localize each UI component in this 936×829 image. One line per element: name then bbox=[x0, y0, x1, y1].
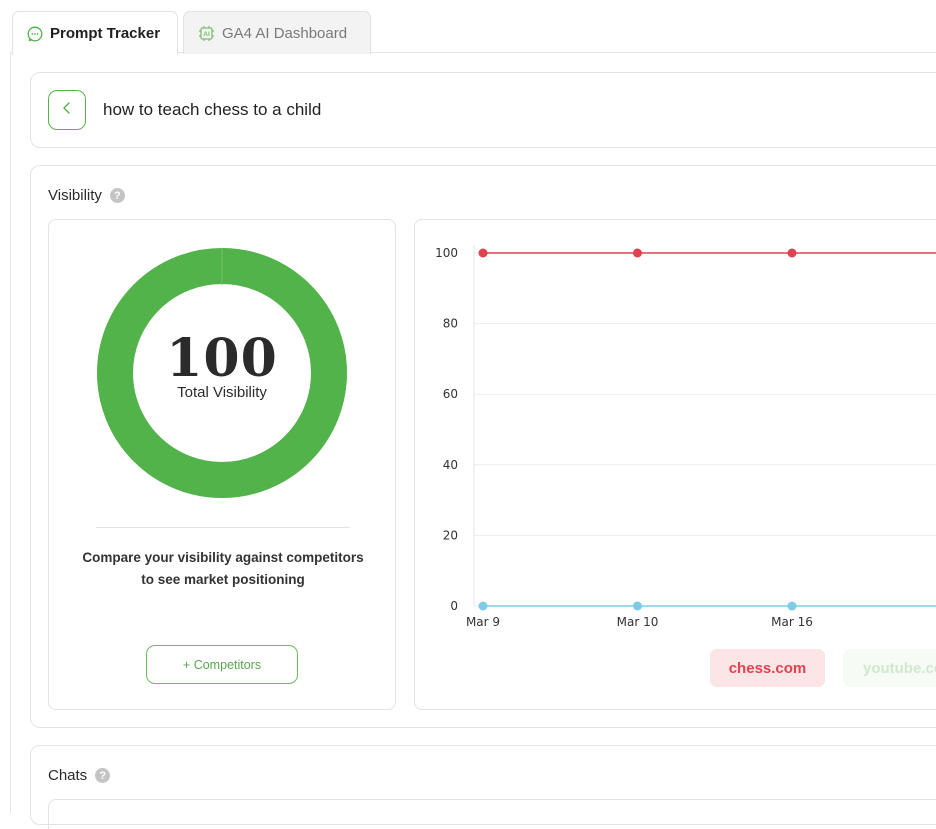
section-title: Visibility ? bbox=[48, 187, 125, 204]
tab-ga4-ai-dashboard[interactable]: AI GA4 AI Dashboard bbox=[183, 11, 371, 54]
visibility-section: Visibility ? 100 Total Visibility Compar… bbox=[30, 165, 936, 728]
help-icon[interactable]: ? bbox=[95, 768, 111, 783]
y-tick-label: 0 bbox=[450, 599, 458, 613]
visibility-chart-card: 020406080100Mar 9Mar 10Mar 16M chess.com… bbox=[414, 219, 936, 710]
ai-chip-icon: AI bbox=[198, 25, 215, 42]
visibility-donut: 100 Total Visibility bbox=[97, 248, 347, 498]
svg-text:AI: AI bbox=[203, 31, 210, 38]
compare-hint: Compare your visibility against competit… bbox=[82, 550, 364, 587]
y-tick-label: 60 bbox=[443, 387, 458, 401]
chats-section: Chats ? bbox=[30, 745, 936, 829]
chevron-left-icon bbox=[61, 101, 73, 120]
data-point bbox=[787, 248, 797, 258]
tab-label: Prompt Tracker bbox=[50, 25, 161, 42]
visibility-score-label: Total Visibility bbox=[177, 384, 267, 401]
section-title: Chats ? bbox=[48, 767, 111, 784]
help-icon[interactable]: ? bbox=[109, 188, 125, 203]
x-tick-label: Mar 10 bbox=[617, 615, 659, 629]
app-frame: Prompt Tracker AI GA4 AI Dashboard how t… bbox=[0, 0, 936, 829]
prompt-title: how to teach chess to a child bbox=[103, 100, 322, 119]
y-tick-label: 80 bbox=[443, 317, 458, 331]
data-point bbox=[478, 601, 488, 611]
data-point bbox=[633, 601, 642, 611]
back-button[interactable] bbox=[48, 90, 86, 130]
data-point bbox=[633, 248, 642, 258]
tab-prompt-tracker[interactable]: Prompt Tracker bbox=[12, 11, 178, 55]
prompt-header: how to teach chess to a child bbox=[30, 72, 936, 148]
chats-list bbox=[48, 799, 936, 829]
divider bbox=[96, 527, 350, 528]
x-tick-label: Mar 16 bbox=[771, 615, 813, 629]
chats-title: Chats bbox=[48, 767, 88, 784]
tab-label: GA4 AI Dashboard bbox=[222, 24, 348, 42]
y-tick-label: 20 bbox=[443, 528, 458, 542]
x-tick-label: Mar 9 bbox=[466, 615, 500, 629]
legend-chip-youtube[interactable]: youtube.co bbox=[843, 649, 936, 687]
chat-bubble-icon bbox=[27, 26, 43, 42]
y-tick-label: 100 bbox=[435, 246, 458, 260]
y-tick-label: 40 bbox=[443, 458, 458, 472]
add-competitors-button[interactable]: + Competitors bbox=[146, 645, 298, 684]
data-point bbox=[787, 601, 797, 611]
visibility-title: Visibility bbox=[48, 187, 102, 204]
visibility-score-card: 100 Total Visibility Compare your visibi… bbox=[48, 219, 396, 710]
data-point bbox=[478, 248, 488, 258]
visibility-score: 100 bbox=[166, 328, 278, 389]
legend-chip-chess-com[interactable]: chess.com bbox=[710, 649, 825, 687]
visibility-line-chart: 020406080100Mar 9Mar 10Mar 16M bbox=[435, 245, 936, 629]
tab-bar: Prompt Tracker AI GA4 AI Dashboard bbox=[10, 0, 936, 55]
